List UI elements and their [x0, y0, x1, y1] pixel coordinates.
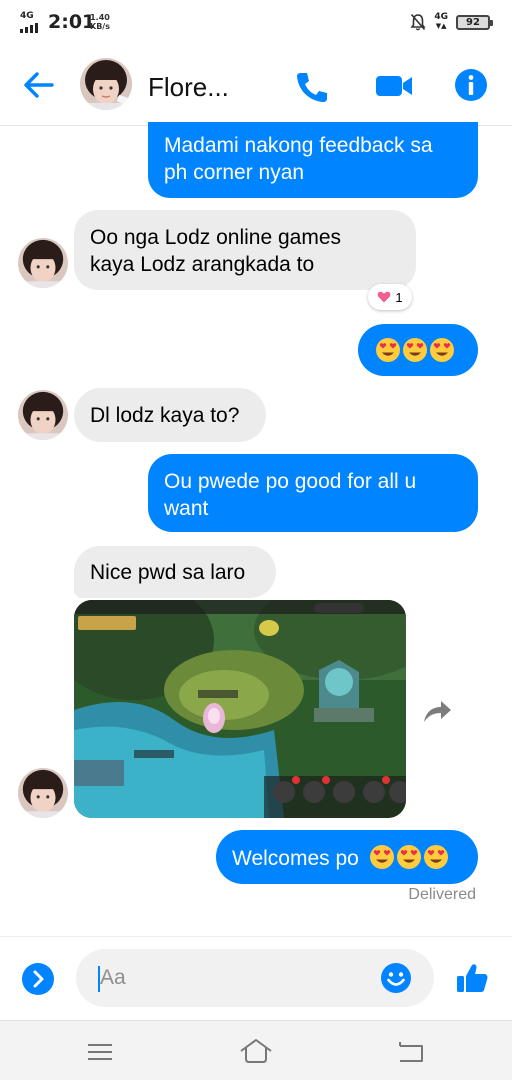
mobile-data-indicator: 4G ▼▲	[434, 13, 448, 31]
message-text: Dl lodz kaya to?	[90, 404, 240, 427]
back-icon[interactable]	[396, 1039, 426, 1065]
video-camera-icon[interactable]	[374, 72, 414, 100]
avatar-photo	[18, 768, 68, 818]
message-text: Welcomes po	[232, 847, 359, 870]
contact-name[interactable]: Flore...	[148, 72, 229, 103]
home-icon[interactable]	[238, 1037, 274, 1065]
delivery-status: Delivered	[408, 886, 476, 903]
network-speed-unit: KB/s	[90, 22, 110, 31]
message-bubble-incoming[interactable]: Oo nga Lodz online games kaya Lodz arang…	[74, 210, 416, 290]
share-arrow-icon[interactable]	[420, 696, 454, 726]
chevron-right-icon	[33, 970, 44, 988]
reaction-badge[interactable]: 1	[368, 284, 412, 310]
clock: 2:01	[48, 11, 96, 33]
contact-avatar[interactable]	[80, 58, 132, 110]
menu-icon[interactable]	[86, 1041, 114, 1063]
conversation-header: Flore...	[0, 44, 512, 126]
mobile-data-label: 4G	[434, 12, 448, 22]
message-bubble-incoming[interactable]: Dl lodz kaya to?	[74, 388, 266, 442]
expand-actions-button[interactable]	[22, 963, 54, 995]
heart-eyes-emoji-icon	[369, 845, 394, 869]
message-bubble-incoming[interactable]: Nice pwd sa laro	[74, 546, 276, 598]
smiley-icon[interactable]	[380, 962, 412, 994]
message-text-line: Ou pwede po good for all u	[164, 470, 417, 493]
message-composer: Aa	[0, 936, 512, 1020]
avatar-photo	[18, 238, 68, 288]
heart-eyes-emoji-icon	[430, 338, 454, 362]
heart-eyes-emoji-icon	[396, 845, 421, 869]
message-input[interactable]: Aa	[76, 949, 434, 1007]
avatar-photo	[18, 390, 68, 440]
heart-eyes-emoji-icon	[403, 338, 427, 362]
network-speed: 1.40 KB/s	[90, 13, 110, 31]
system-navigation-bar	[0, 1020, 512, 1080]
signal-bars-icon	[20, 23, 38, 33]
status-bar: 4G 2:01 1.40 KB/s 4G ▼▲ 92	[0, 0, 512, 44]
message-text-line: Oo nga Lodz online games	[90, 226, 342, 249]
message-bubble-outgoing[interactable]: Madami nakong feedback sa ph corner nyan	[148, 122, 478, 198]
message-text-line: Madami nakong feedback sa	[164, 134, 433, 157]
status-right: 4G ▼▲ 92	[410, 12, 493, 32]
message-bubble-outgoing[interactable]	[358, 324, 478, 376]
info-icon[interactable]	[454, 68, 488, 102]
thumbs-up-icon[interactable]	[454, 961, 490, 995]
contact-avatar-small[interactable]	[18, 768, 68, 818]
reaction-count: 1	[395, 289, 403, 305]
message-input-placeholder: Aa	[100, 966, 126, 989]
message-bubble-outgoing[interactable]: Welcomes po	[216, 830, 478, 884]
contact-avatar-small[interactable]	[18, 238, 68, 288]
heart-eyes-emoji-icon	[423, 845, 448, 869]
data-arrows-icon: ▼▲	[435, 22, 447, 30]
signal-indicator: 4G	[20, 11, 42, 33]
message-text-line: ph corner nyan	[164, 161, 305, 184]
back-arrow-icon[interactable]	[22, 70, 56, 100]
network-speed-value: 1.40	[90, 13, 110, 22]
message-text-line: want	[164, 497, 209, 520]
heart-icon	[378, 291, 391, 303]
shared-game-screenshot[interactable]	[74, 600, 406, 818]
battery-indicator: 92	[456, 14, 493, 30]
notifications-off-icon	[410, 13, 426, 31]
heart-eyes-emoji-icon	[376, 338, 400, 362]
message-text: Nice pwd sa laro	[90, 561, 246, 584]
network-type-label: 4G	[20, 11, 34, 21]
message-bubble-outgoing[interactable]: Ou pwede po good for all u want	[148, 454, 478, 532]
contact-avatar-small[interactable]	[18, 390, 68, 440]
game-screenshot-image	[74, 600, 406, 818]
avatar-photo	[80, 58, 132, 110]
phone-icon[interactable]	[294, 70, 330, 104]
message-text-line: kaya Lodz arangkada to	[90, 253, 315, 276]
